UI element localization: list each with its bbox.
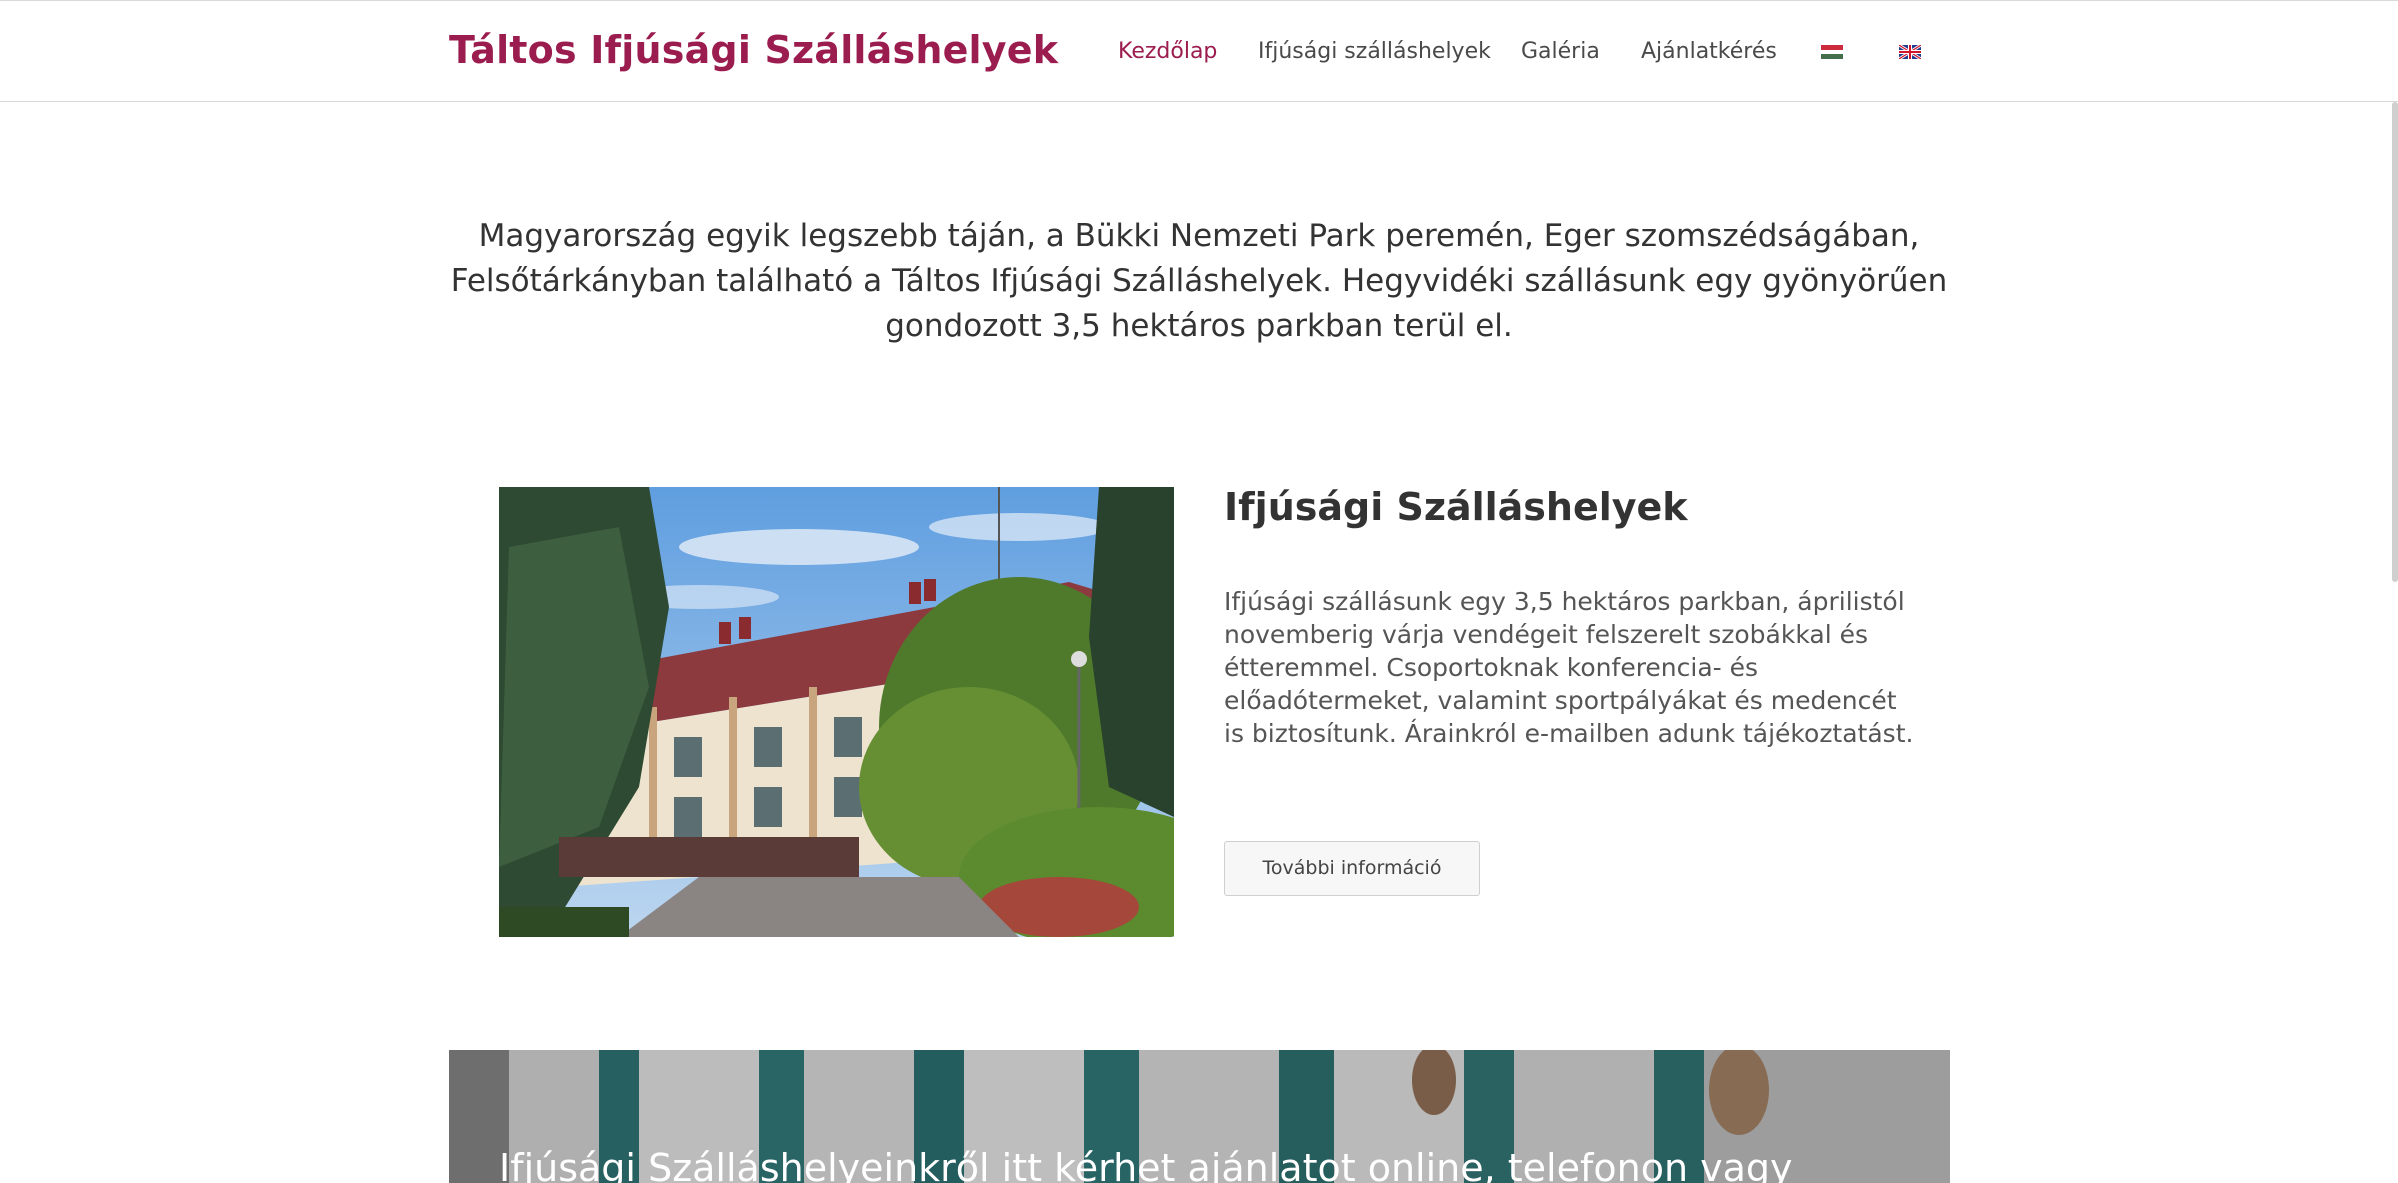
feature-title: Ifjúsági Szálláshelyek [1224, 485, 1688, 529]
uk-flag-icon[interactable] [1899, 45, 1921, 59]
page-scrollbar[interactable] [2392, 102, 2398, 582]
nav-item-quote[interactable]: Ajánlatkérés [1641, 39, 1777, 64]
quote-banner: Ifjúsági Szálláshelyeinkről itt kérhet a… [449, 1050, 1950, 1183]
nav-item-gallery[interactable]: Galéria [1521, 39, 1600, 64]
nav-item-home[interactable]: Kezdőlap [1118, 39, 1217, 64]
feature-description: Ifjúsági szállásunk egy 3,5 hektáros par… [1224, 587, 1914, 748]
more-info-button[interactable]: További információ [1224, 841, 1480, 896]
hu-flag-icon[interactable] [1821, 45, 1843, 59]
banner-heading: Ifjúsági Szálláshelyeinkről itt kérhet a… [499, 1146, 1793, 1183]
site-brand-logo[interactable]: Táltos Ifjúsági Szálláshelyek [449, 28, 1058, 72]
hostel-building-photo [499, 487, 1174, 937]
site-header: Táltos Ifjúsági Szálláshelyek Kezdőlap I… [0, 0, 2398, 102]
intro-paragraph: Magyarország egyik legszebb táján, a Bük… [450, 218, 1948, 344]
nav-item-accommodations[interactable]: Ifjúsági szálláshelyek [1258, 39, 1491, 64]
